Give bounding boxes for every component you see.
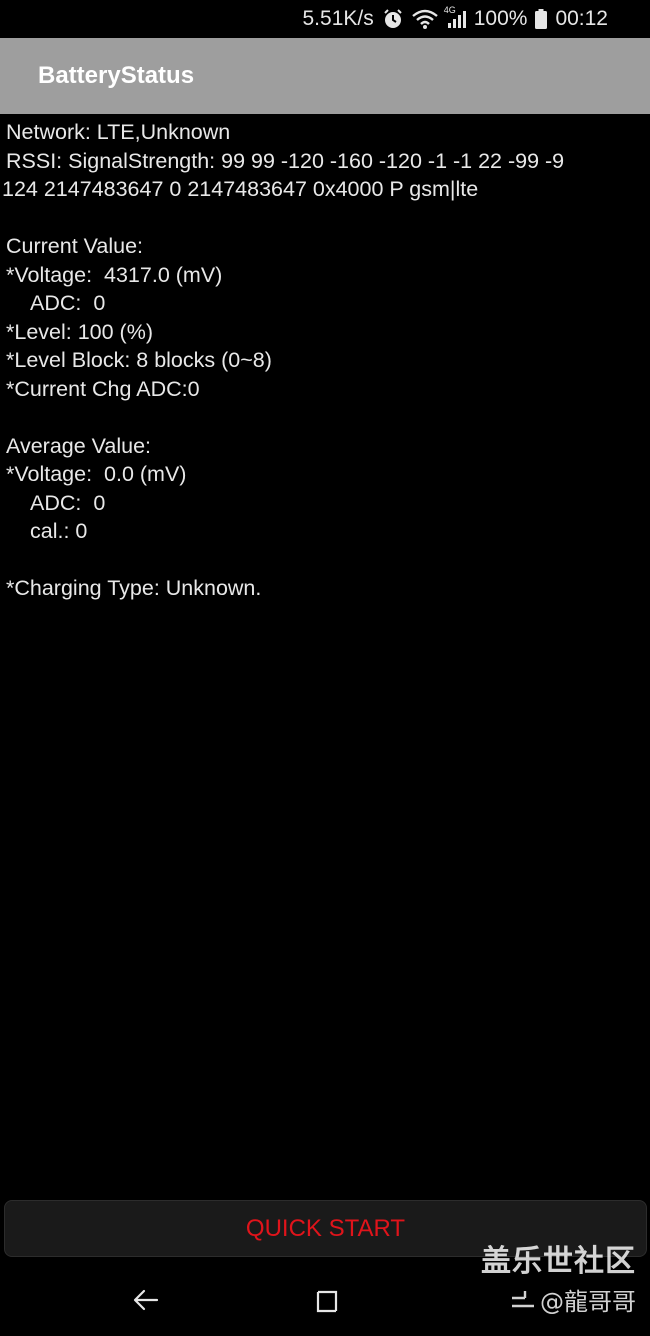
status-bar: 5.51K/s 4G 100% 00:12 xyxy=(0,0,650,38)
net-speed: 5.51K/s xyxy=(302,7,374,30)
current-value-header: Current Value: xyxy=(6,234,144,258)
battery-icon xyxy=(535,9,548,29)
rssi-line-continued: 124 2147483647 0 2147483647 0x4000 P gsm… xyxy=(2,177,479,201)
watermark-title: 盖乐世社区 xyxy=(481,1244,636,1279)
current-level: *Level: 100 (%) xyxy=(6,319,153,344)
average-cal: cal.: 0 xyxy=(30,519,88,543)
average-adc: ADC: 0 xyxy=(30,490,106,515)
battery-percent: 100% xyxy=(473,7,528,30)
rssi-line: RSSI: SignalStrength: 99 99 -120 -160 -1… xyxy=(6,148,565,173)
alarm-icon xyxy=(382,8,404,30)
network-line: Network: LTE,Unknown xyxy=(6,120,231,144)
network-type-badge: 4G xyxy=(443,5,456,15)
average-voltage: *Voltage: 0.0 (mV) xyxy=(6,462,187,486)
clock: 00:12 xyxy=(555,7,608,30)
current-level-block: *Level Block: 8 blocks (0~8) xyxy=(6,348,272,372)
current-adc: ADC: 0 xyxy=(30,291,106,315)
watermark-author-text: @龍哥哥 xyxy=(540,1288,636,1316)
current-voltage: *Voltage: 4317.0 (mV) xyxy=(6,262,223,287)
average-value-header: Average Value: xyxy=(6,433,152,458)
battery-info: Network: LTE,Unknown RSSI: SignalStrengt… xyxy=(0,118,650,603)
cellular-signal-icon: 4G xyxy=(444,5,466,29)
app-title: BatteryStatus xyxy=(38,62,195,89)
watermark-logo-icon xyxy=(512,1290,534,1307)
watermark-author: @龍哥哥 xyxy=(510,1282,636,1317)
recents-icon[interactable] xyxy=(307,1280,347,1320)
current-chg-adc: *Current Chg ADC:0 xyxy=(6,376,200,401)
back-icon[interactable] xyxy=(126,1280,166,1320)
app-bar: BatteryStatus xyxy=(0,38,650,114)
wifi-icon xyxy=(411,9,438,29)
charging-type: *Charging Type: Unknown. xyxy=(6,576,262,600)
